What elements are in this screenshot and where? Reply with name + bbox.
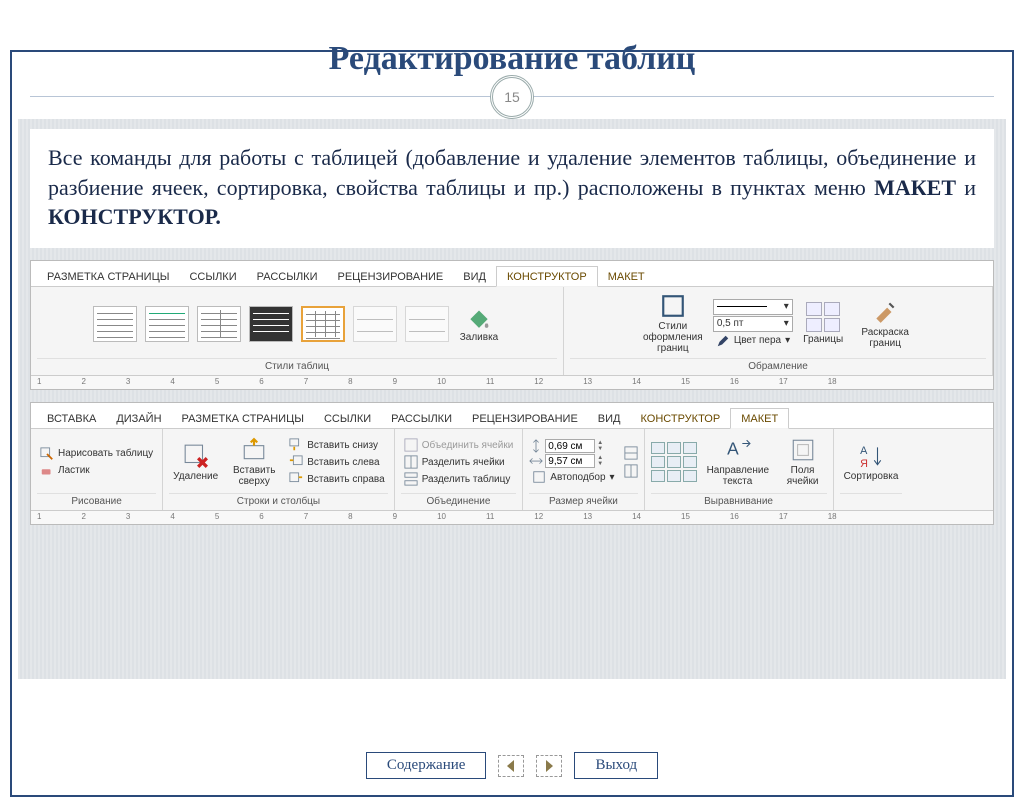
contents-button[interactable]: Содержание bbox=[366, 752, 487, 779]
table-style-thumb[interactable] bbox=[249, 306, 293, 342]
table-style-thumb-selected[interactable] bbox=[301, 306, 345, 342]
title-divider: 15 bbox=[0, 96, 1024, 97]
arrow-left-icon bbox=[503, 758, 519, 774]
table-style-thumb[interactable] bbox=[197, 306, 241, 342]
table-style-thumb[interactable] bbox=[93, 306, 137, 342]
table-style-thumb[interactable] bbox=[353, 306, 397, 342]
next-slide-button[interactable] bbox=[536, 755, 562, 777]
page-number-badge: 15 bbox=[490, 75, 534, 119]
exit-button[interactable]: Выход bbox=[574, 752, 658, 779]
table-style-thumb[interactable] bbox=[405, 306, 449, 342]
prev-slide-button[interactable] bbox=[498, 755, 524, 777]
slide-frame bbox=[10, 50, 1014, 797]
table-style-thumb[interactable] bbox=[145, 306, 189, 342]
arrow-right-icon bbox=[541, 758, 557, 774]
navigation-row: Содержание Выход bbox=[0, 752, 1024, 779]
